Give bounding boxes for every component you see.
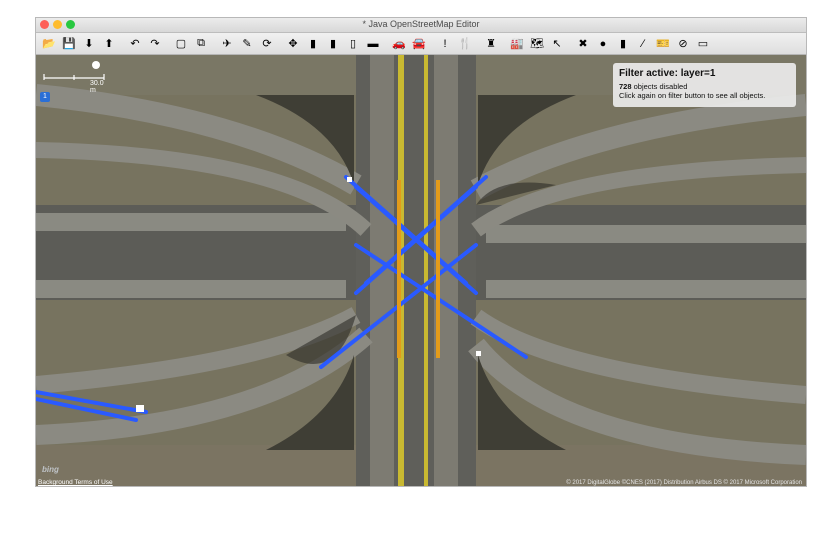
window-title: * Java OpenStreetMap Editor — [362, 19, 480, 29]
map-scale: 30.0 m — [42, 58, 107, 94]
road-icon: ▮ — [309, 38, 317, 50]
traffic-light-icon: ▯ — [349, 38, 357, 50]
refresh-icon: ⟳ — [262, 38, 272, 50]
preferences-icon: ▢ — [175, 38, 187, 50]
car2-button[interactable]: 🚘 — [410, 35, 428, 53]
restaurant-button[interactable]: 🍴 — [456, 35, 474, 53]
disabled-count: 728 — [619, 82, 632, 91]
tool-a-button[interactable]: ✈ — [218, 35, 236, 53]
map-view[interactable]: 30.0 m 1 Filter active: layer=1 728 obje… — [36, 55, 806, 486]
upload-icon: ⬆ — [104, 38, 114, 50]
castle-button[interactable]: ♜ — [482, 35, 500, 53]
warning-button[interactable]: ! — [436, 35, 454, 53]
tool-b-button[interactable]: ✎ — [238, 35, 256, 53]
factory-button[interactable]: 🏭 — [508, 35, 526, 53]
map-icon: 🗺 — [530, 38, 544, 50]
undo-icon: ↶ — [130, 38, 140, 50]
tool-c-button[interactable]: ∕ — [634, 35, 652, 53]
tool-c-icon: ∕ — [642, 37, 644, 50]
restaurant-icon: 🍴 — [458, 38, 472, 50]
stone-icon: ● — [599, 37, 607, 50]
save-icon: 💾 — [62, 38, 76, 50]
save-button[interactable]: 💾 — [60, 35, 78, 53]
imagery-attribution: © 2017 DigitalGlobe ©CNES (2017) Distrib… — [566, 480, 802, 486]
car-button[interactable]: 🚗 — [390, 35, 408, 53]
undo-button[interactable]: ↶ — [126, 35, 144, 53]
layer-badge[interactable]: 1 — [40, 92, 50, 102]
filter-hint: Click again on filter button to see all … — [619, 91, 766, 100]
car2-icon: 🚘 — [412, 38, 426, 50]
download-button[interactable]: ⬇ — [80, 35, 98, 53]
no-entry-button[interactable]: ⊘ — [674, 35, 692, 53]
disabled-text: objects disabled — [631, 82, 688, 91]
stone-button[interactable]: ● — [594, 35, 612, 53]
road-button[interactable]: ▮ — [304, 35, 322, 53]
castle-icon: ♜ — [486, 38, 496, 50]
road2-button[interactable]: ▮ — [324, 35, 342, 53]
bing-logo: bing — [42, 465, 59, 474]
sign-icon: ▭ — [697, 38, 709, 50]
download-icon: ⬇ — [84, 38, 94, 50]
josm-window: * Java OpenStreetMap Editor 📂 💾 ⬇ ⬆ ↶ ↷ ▢ ⧉ ✈ ✎ ⟳ ✥… — [35, 17, 807, 487]
tool-a-icon: ✈ — [222, 38, 232, 50]
upload-button[interactable]: ⬆ — [100, 35, 118, 53]
ticket-button[interactable]: 🎫 — [654, 35, 672, 53]
no-entry-icon: ⊘ — [678, 38, 688, 50]
move-icon: ✥ — [288, 38, 298, 50]
title-bar: * Java OpenStreetMap Editor — [36, 18, 806, 33]
select-icon: ↖ — [552, 38, 562, 50]
filter-title: Filter active: layer=1 — [619, 68, 716, 79]
filter-notice: Filter active: layer=1 728 objects disab… — [613, 63, 796, 107]
aerial-imagery — [36, 55, 806, 486]
factory-icon: 🏭 — [510, 38, 524, 50]
car-icon: 🚗 — [392, 38, 406, 50]
lane-icon: ▮ — [619, 38, 627, 50]
filter-icon: ⧉ — [197, 37, 205, 49]
redo-button[interactable]: ↷ — [146, 35, 164, 53]
preferences-button[interactable]: ▢ — [172, 35, 190, 53]
warning-icon: ! — [443, 37, 447, 50]
ticket-icon: 🎫 — [656, 38, 670, 50]
filter-button[interactable]: ⧉ — [192, 35, 210, 53]
tool-b-icon: ✎ — [242, 38, 252, 50]
refresh-button[interactable]: ⟳ — [258, 35, 276, 53]
lane-button[interactable]: ▮ — [614, 35, 632, 53]
delete-icon: ✖ — [578, 38, 588, 50]
scale-label: 30.0 m — [90, 80, 104, 94]
filter-disabled-line: 728 objects disabled — [619, 82, 790, 91]
redo-icon: ↷ — [150, 38, 160, 50]
traffic-light-button[interactable]: ▯ — [344, 35, 362, 53]
sign-button[interactable]: ▭ — [694, 35, 712, 53]
map-button[interactable]: 🗺 — [528, 35, 546, 53]
terms-of-use-link[interactable]: Background Terms of Use — [38, 479, 113, 486]
move-button[interactable]: ✥ — [284, 35, 302, 53]
building-button[interactable]: ▬ — [364, 35, 382, 53]
open-button[interactable]: 📂 — [40, 35, 58, 53]
delete-button[interactable]: ✖ — [574, 35, 592, 53]
open-icon: 📂 — [42, 38, 56, 50]
road2-icon: ▮ — [329, 38, 337, 50]
main-toolbar: 📂 💾 ⬇ ⬆ ↶ ↷ ▢ ⧉ ✈ ✎ ⟳ ✥ ▮ ▮ ▯ ▬ 🚗 🚘! 🍴 ♜ 🏭 🗺 ↖ ✖ ● ▮ ∕ 🎫 ⊘ ▭ — [36, 33, 806, 55]
building-icon: ▬ — [367, 37, 379, 50]
select-button[interactable]: ↖ — [548, 35, 566, 53]
